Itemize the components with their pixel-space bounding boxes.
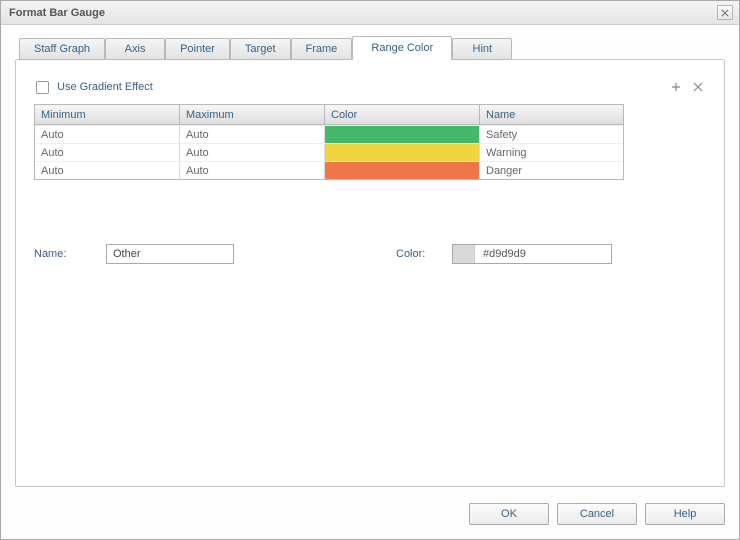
- tab-target[interactable]: Target: [230, 38, 291, 60]
- color-input[interactable]: #d9d9d9: [452, 244, 612, 264]
- range-table: Minimum Maximum Color Name Auto Auto Saf…: [34, 104, 624, 180]
- cell-name[interactable]: Warning: [480, 143, 623, 161]
- cell-min[interactable]: Auto: [35, 161, 180, 179]
- col-header-name[interactable]: Name: [480, 105, 623, 125]
- cell-color[interactable]: [325, 143, 480, 161]
- x-icon: [693, 82, 703, 92]
- color-hex-text: #d9d9d9: [475, 248, 526, 260]
- color-chip: [453, 245, 475, 263]
- table-row[interactable]: Auto Auto Safety: [35, 125, 623, 143]
- gradient-row: Use Gradient Effect: [36, 76, 706, 98]
- dialog-body: Staff Graph Axis Pointer Target Frame Ra…: [1, 25, 739, 493]
- tab-frame[interactable]: Frame: [291, 38, 353, 60]
- dialog-format-bar-gauge: Format Bar Gauge Staff Graph Axis Pointe…: [0, 0, 740, 540]
- tab-row: Staff Graph Axis Pointer Target Frame Ra…: [15, 35, 725, 59]
- cell-max[interactable]: Auto: [180, 161, 325, 179]
- plus-icon: [671, 82, 681, 92]
- tab-range-color[interactable]: Range Color: [352, 36, 452, 60]
- col-header-maximum[interactable]: Maximum: [180, 105, 325, 125]
- tab-axis[interactable]: Axis: [105, 38, 165, 60]
- titlebar: Format Bar Gauge: [1, 1, 739, 25]
- add-row-button[interactable]: [668, 79, 684, 95]
- color-swatch: [325, 162, 479, 179]
- help-button[interactable]: Help: [645, 503, 725, 525]
- name-label: Name:: [34, 248, 94, 260]
- cell-max[interactable]: Auto: [180, 143, 325, 161]
- cell-min[interactable]: Auto: [35, 125, 180, 143]
- cell-min[interactable]: Auto: [35, 143, 180, 161]
- table-row[interactable]: Auto Auto Danger: [35, 161, 623, 179]
- tab-hint[interactable]: Hint: [452, 38, 512, 60]
- cell-color[interactable]: [325, 125, 480, 143]
- panel-range-color: Use Gradient Effect Minimum Maximum Colo…: [15, 59, 725, 487]
- tab-staff-graph[interactable]: Staff Graph: [19, 38, 105, 60]
- close-button[interactable]: [717, 5, 733, 20]
- color-swatch: [325, 126, 479, 143]
- color-label: Color:: [396, 248, 440, 260]
- cancel-button[interactable]: Cancel: [557, 503, 637, 525]
- col-header-minimum[interactable]: Minimum: [35, 105, 180, 125]
- gradient-label: Use Gradient Effect: [57, 81, 662, 93]
- window-title: Format Bar Gauge: [9, 7, 717, 19]
- cell-color[interactable]: [325, 161, 480, 179]
- color-swatch: [325, 144, 479, 161]
- tab-pointer[interactable]: Pointer: [165, 38, 230, 60]
- cell-max[interactable]: Auto: [180, 125, 325, 143]
- table-header: Minimum Maximum Color Name: [35, 105, 623, 125]
- remove-row-button[interactable]: [690, 79, 706, 95]
- close-icon: [721, 9, 729, 17]
- ok-button[interactable]: OK: [469, 503, 549, 525]
- cell-name[interactable]: Safety: [480, 125, 623, 143]
- table-row[interactable]: Auto Auto Warning: [35, 143, 623, 161]
- form-row: Name: Color: #d9d9d9: [34, 244, 706, 264]
- gradient-checkbox[interactable]: [36, 81, 49, 94]
- cell-name[interactable]: Danger: [480, 161, 623, 179]
- footer: OK Cancel Help: [1, 493, 739, 539]
- name-input[interactable]: [106, 244, 234, 264]
- col-header-color[interactable]: Color: [325, 105, 480, 125]
